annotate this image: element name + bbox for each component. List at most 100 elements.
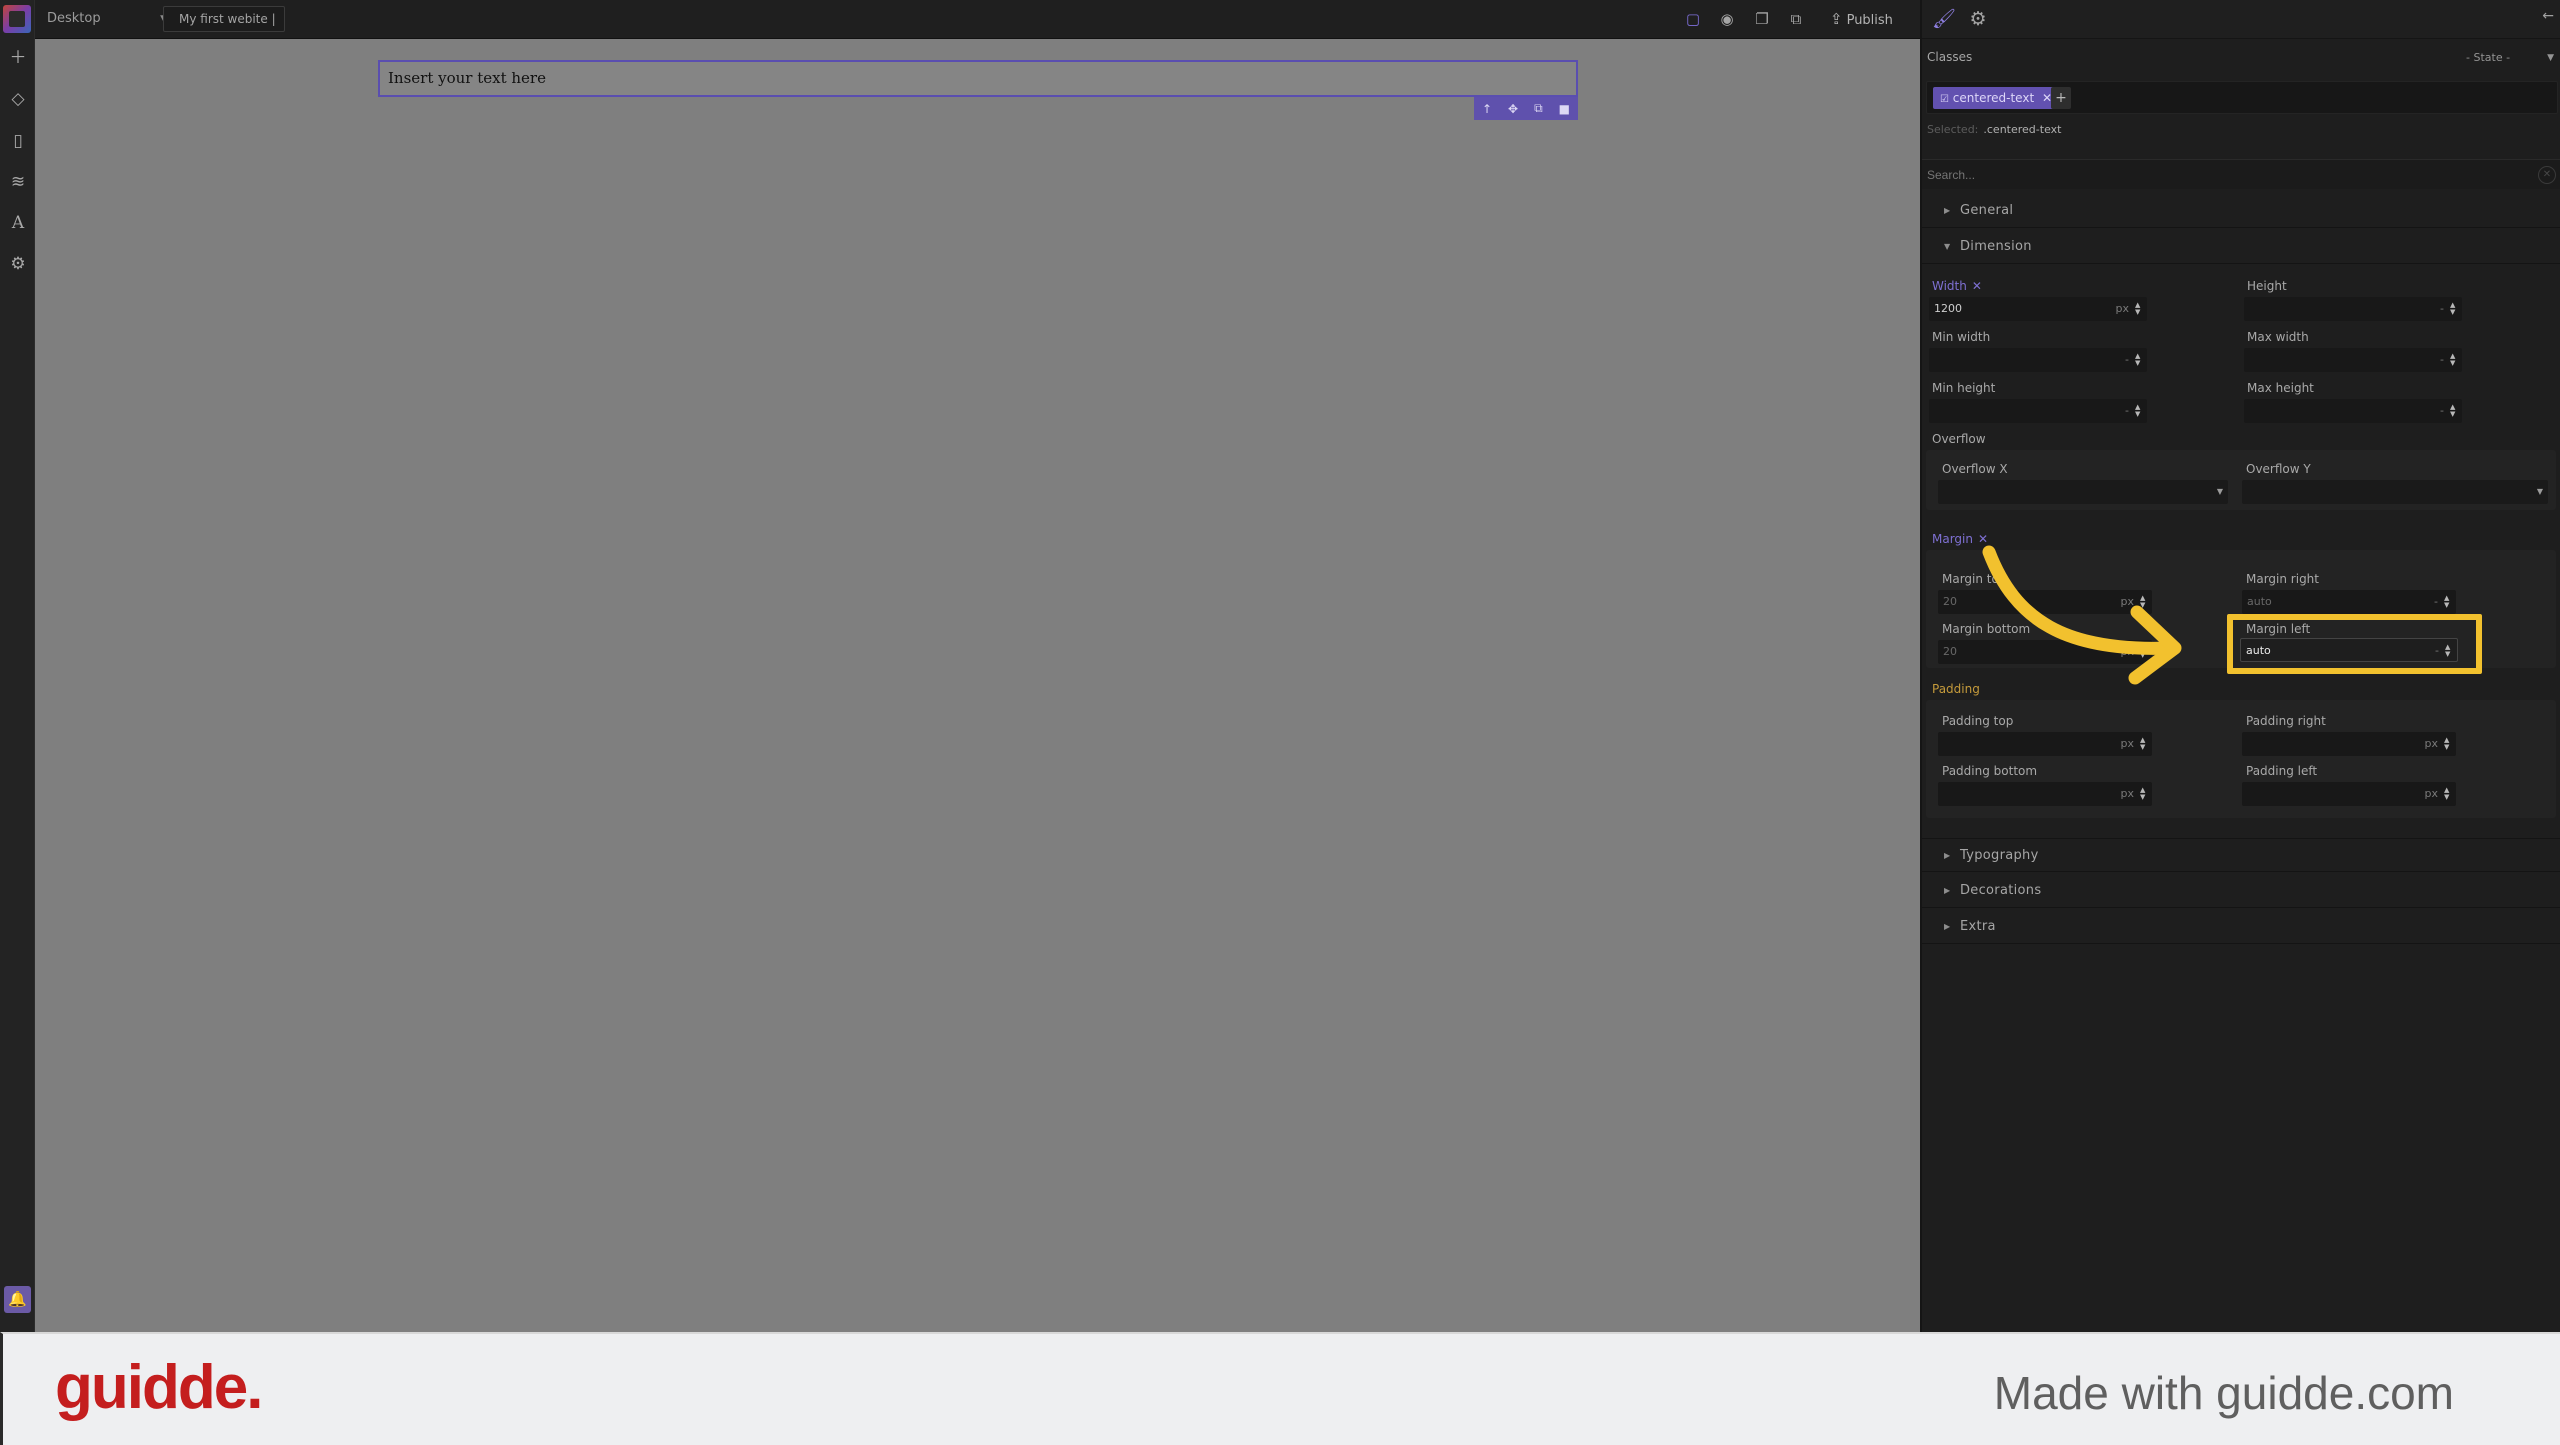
sector-dimension[interactable]: ▼ Dimension — [1922, 230, 2560, 264]
checkbox-icon[interactable]: ☑ — [1940, 94, 1949, 105]
clear-width-icon[interactable]: ✕ — [1972, 279, 1982, 293]
padding-right-unit[interactable]: px — [2425, 732, 2439, 756]
padding-top-label: Padding top — [1942, 714, 2014, 728]
padding-left-input[interactable]: px ▲ ▼ — [2242, 782, 2456, 806]
max-width-unit[interactable]: - — [2440, 348, 2444, 372]
stepper-arrows-icon[interactable]: ▲ ▼ — [2140, 787, 2146, 801]
layers-icon[interactable]: ≋ — [8, 172, 28, 192]
height-unit[interactable]: - — [2440, 297, 2444, 321]
stepper-arrows-icon[interactable]: ▲ ▼ — [2444, 595, 2450, 609]
width-value: 1200 — [1934, 302, 1962, 315]
caret-right-icon: ▶ — [1944, 886, 1951, 895]
caret-right-icon: ▶ — [1944, 206, 1951, 215]
selected-class-row: Selected: .centered-text — [1927, 123, 2061, 136]
padding-left-unit[interactable]: px — [2425, 782, 2439, 806]
annotation-highlight-box — [2227, 614, 2482, 674]
add-class-button[interactable]: + — [2051, 87, 2071, 109]
margin-top-value: 20 — [1943, 595, 1957, 608]
sector-general-label: General — [1960, 203, 2014, 218]
preview-eye-icon[interactable]: ◉ — [1716, 8, 1738, 30]
sector-decorations[interactable]: ▶ Decorations — [1922, 874, 2560, 908]
sector-decorations-label: Decorations — [1960, 883, 2042, 898]
add-block-icon[interactable]: ＋ — [8, 48, 28, 68]
margin-right-unit[interactable]: - — [2434, 590, 2438, 614]
component-toolbar: ↑ ✥ ⧉ ■ — [1474, 97, 1578, 120]
device-select[interactable]: Desktop ▼ — [47, 8, 167, 30]
publish-label: Publish — [1846, 13, 1893, 28]
min-width-input[interactable]: - ▲ ▼ — [1929, 348, 2147, 372]
selected-label: Selected: — [1927, 123, 1979, 136]
copy-page-icon[interactable]: ❐ — [1751, 8, 1773, 30]
width-input[interactable]: 1200 px ▲ ▼ — [1929, 297, 2147, 321]
state-select[interactable]: - State - ▼ — [2442, 48, 2554, 68]
padding-bottom-unit[interactable]: px — [2121, 782, 2135, 806]
max-width-input[interactable]: - ▲ ▼ — [2244, 348, 2462, 372]
overflow-group: Overflow X ▼ Overflow Y ▼ — [1926, 450, 2556, 510]
app-logo[interactable] — [3, 5, 31, 33]
property-search-input[interactable] — [1927, 160, 2507, 190]
overflow-y-select[interactable]: ▼ — [2242, 480, 2548, 504]
width-unit[interactable]: px — [2116, 297, 2130, 321]
move-icon[interactable]: ✥ — [1508, 102, 1518, 116]
sector-general[interactable]: ▶ General — [1922, 194, 2560, 228]
padding-group: Padding top px ▲ ▼ Padding right px ▲ ▼ Pa… — [1926, 700, 2556, 818]
stepper-arrows-icon[interactable]: ▲ ▼ — [2444, 787, 2450, 801]
outline-toggle-icon[interactable]: ▢ — [1682, 8, 1704, 30]
stepper-arrows-icon[interactable]: ▲ ▼ — [2140, 737, 2146, 751]
padding-top-input[interactable]: px ▲ ▼ — [1938, 732, 2152, 756]
settings-cogs-icon[interactable]: ⚙ — [8, 254, 28, 274]
sector-typography-label: Typography — [1960, 848, 2039, 863]
padding-bottom-input[interactable]: px ▲ ▼ — [1938, 782, 2152, 806]
collapse-arrow-icon[interactable]: ← — [2542, 8, 2554, 24]
select-parent-arrow-icon[interactable]: ↑ — [1482, 102, 1492, 116]
max-height-label: Max height — [2247, 381, 2314, 395]
style-manager-brush-icon[interactable]: 🖌 — [1931, 6, 1957, 32]
stepper-arrows-icon[interactable]: ▲ ▼ — [2444, 737, 2450, 751]
editor-canvas[interactable]: Insert your text here ↑ ✥ ⧉ ■ — [35, 39, 1920, 1332]
class-tag[interactable]: ☑ centered-text ✕ — [1933, 87, 2061, 109]
padding-top-unit[interactable]: px — [2121, 732, 2135, 756]
stepper-arrows-icon[interactable]: ▲ ▼ — [2450, 353, 2456, 367]
pages-icon[interactable]: ▯ — [8, 131, 28, 151]
padding-right-label: Padding right — [2246, 714, 2326, 728]
code-view-icon[interactable]: ⧉ — [1785, 8, 1807, 30]
margin-bottom-value: 20 — [1943, 645, 1957, 658]
stepper-arrows-icon[interactable]: ▲ ▼ — [2450, 302, 2456, 316]
overflow-x-label: Overflow X — [1942, 462, 2008, 476]
width-label-text: Width — [1932, 279, 1967, 293]
overflow-y-label: Overflow Y — [2246, 462, 2311, 476]
delete-trash-icon[interactable]: ■ — [1559, 102, 1570, 116]
chevron-down-icon: ▼ — [2547, 53, 2554, 63]
assets-diamond-icon[interactable]: ◇ — [8, 89, 28, 109]
stepper-arrows-icon[interactable]: ▲ ▼ — [2135, 353, 2141, 367]
padding-right-input[interactable]: px ▲ ▼ — [2242, 732, 2456, 756]
site-name-input[interactable]: My first webite | — [163, 6, 285, 32]
made-with-text: Made with guidde.com — [1993, 1367, 2454, 1419]
classes-label: Classes — [1927, 50, 1973, 64]
typography-icon[interactable]: A — [8, 213, 28, 233]
stepper-arrows-icon[interactable]: ▲ ▼ — [2135, 302, 2141, 316]
stepper-arrows-icon[interactable]: ▲ ▼ — [2450, 404, 2456, 418]
height-input[interactable]: - ▲ ▼ — [2244, 297, 2462, 321]
max-height-input[interactable]: - ▲ ▼ — [2244, 399, 2462, 423]
min-height-label: Min height — [1932, 381, 1996, 395]
publish-button[interactable]: ⇪ Publish — [1830, 8, 1893, 30]
max-height-unit[interactable]: - — [2440, 399, 2444, 423]
selected-text-block[interactable]: Insert your text here — [378, 60, 1578, 97]
panel-tabs: 🖌 ⚙ ← — [1922, 0, 2560, 39]
min-height-unit[interactable]: - — [2125, 399, 2129, 423]
stepper-arrows-icon[interactable]: ▲ ▼ — [2135, 404, 2141, 418]
clone-icon[interactable]: ⧉ — [1534, 101, 1543, 116]
notifications-bell-icon[interactable]: 🔔 — [4, 1286, 31, 1313]
device-select-label: Desktop — [47, 11, 101, 26]
trait-settings-gear-icon[interactable]: ⚙ — [1965, 6, 1991, 32]
clear-search-icon[interactable]: ✕ — [2538, 166, 2556, 184]
padding-label: Padding — [1932, 682, 1980, 696]
sector-extra[interactable]: ▶ Extra — [1922, 910, 2560, 944]
margin-right-input[interactable]: auto - ▲ ▼ — [2242, 590, 2456, 614]
guidde-footer: guidde. Made with guidde.com — [0, 1332, 2560, 1445]
overflow-x-select[interactable]: ▼ — [1938, 480, 2228, 504]
min-width-unit[interactable]: - — [2125, 348, 2129, 372]
min-height-input[interactable]: - ▲ ▼ — [1929, 399, 2147, 423]
sector-typography[interactable]: ▶ Typography — [1922, 838, 2560, 872]
